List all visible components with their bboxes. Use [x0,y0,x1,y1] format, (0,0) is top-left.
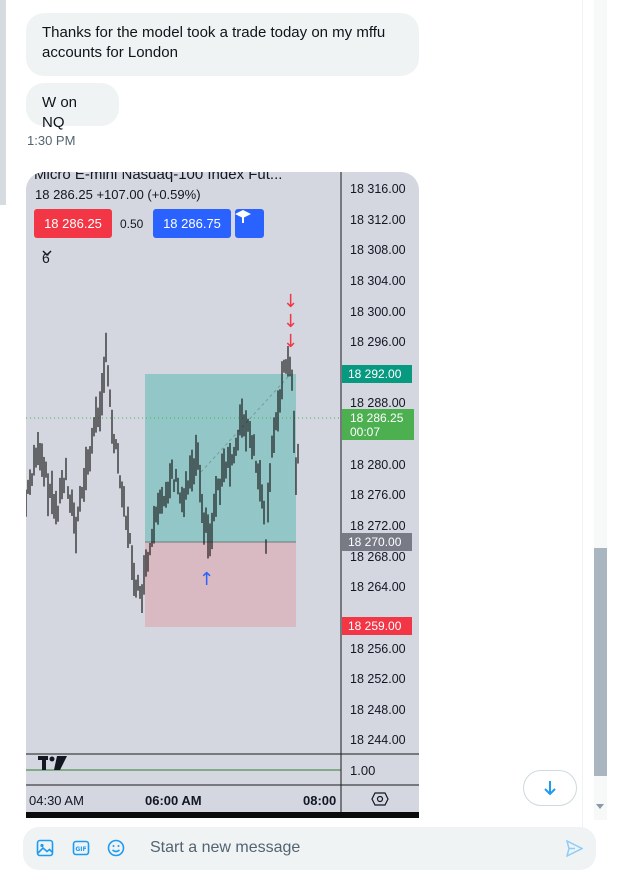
price-tick-label: 18 248.00 [350,703,406,717]
left-panel-edge [0,0,8,869]
panel-divider [582,0,583,869]
message-bubble[interactable]: Thanks for the model took a trade today … [26,13,419,76]
profit-zone [145,374,296,542]
svg-text:GIF: GIF [75,846,86,853]
current-price-badge: 18 286.25 00:07 [342,409,414,440]
svg-text:↓: ↓ [283,311,298,332]
chart-title: Micro E-mini Nasdaq-100 Index Fut... [34,172,283,183]
message-bubble[interactable]: W on NQ [26,83,119,131]
entry-price: 18 270.00 [348,535,402,549]
price-tick-label: 18 256.00 [350,642,406,656]
time-label: 04:30 AM [29,793,84,808]
chevron-down-icon [42,250,52,257]
price-tick-label: 18 288.00 [350,396,406,410]
indicator-collapse[interactable]: 6 [42,250,52,266]
stop-price-badge: 18 259.00 [342,617,412,635]
message-timestamp: 1:30 PM [27,133,76,148]
chart-image[interactable]: ↓ ↓ ↓ ↑ Micro E-mini Nasdaq-100 Index Fu… [26,172,419,818]
bar-countdown: 00:07 [350,425,381,439]
price-tick-label: 18 252.00 [350,672,406,686]
target-price-badge: 18 292.00 [342,365,412,383]
message-input[interactable]: Start a new message [150,839,300,857]
emoji-icon[interactable] [107,839,125,857]
stop-price: 18 259.00 [348,619,402,633]
academy-button[interactable] [235,209,264,238]
time-label: 06:00 AM [145,793,202,808]
send-icon[interactable] [566,840,583,857]
price-tick-label: 18 264.00 [350,580,406,594]
scroll-to-bottom-button[interactable] [523,770,577,806]
price-tick-label: 18 296.00 [350,335,406,349]
message-text: Thanks for the model took a trade today … [42,24,386,61]
price-tick-label: 18 312.00 [350,213,406,227]
buy-price: 18 286.75 [163,216,221,231]
time-label: 08:00 [303,793,337,808]
price-tick-label: 18 272.00 [350,519,406,533]
scrollbar-thumb[interactable] [594,548,607,776]
arrow-down-icon [544,781,556,796]
sell-arrows: ↓ ↓ ↓ [283,291,298,352]
indicator-value: 1.00 [350,763,376,778]
buy-button[interactable]: 18 286.75 [153,209,231,238]
price-tick-label: 18 308.00 [350,243,406,257]
scroll-down-arrow[interactable] [596,804,604,809]
price-tick-label: 18 280.00 [350,458,406,472]
entry-price-badge: 18 270.00 [342,533,412,551]
gif-icon[interactable]: GIF [72,839,90,857]
sell-button[interactable]: 18 286.25 [34,209,112,238]
price-tick-label: 18 244.00 [350,733,406,747]
price-tick-label: 18 300.00 [350,305,406,319]
message-text: W on NQ [42,94,78,131]
chart-quote: 18 286.25 +107.00 (+0.59%) [35,187,201,202]
spread-value: 0.50 [120,217,144,231]
price-tick-label: 18 276.00 [350,488,406,502]
message-composer[interactable]: GIF Start a new message [23,827,596,870]
buy-arrow: ↑ [199,569,214,590]
loss-zone [145,542,296,627]
price-tick-label: 18 304.00 [350,274,406,288]
sell-price: 18 286.25 [44,216,102,231]
current-price: 18 286.25 [350,411,404,425]
svg-text:↓: ↓ [283,331,298,352]
svg-text:↓: ↓ [283,291,298,312]
price-tick-label: 18 316.00 [350,182,406,196]
price-tick-label: 18 268.00 [350,550,406,564]
target-price: 18 292.00 [348,367,402,381]
scrollbar[interactable] [594,0,607,820]
left-scroll-indicator [0,0,6,205]
graduation-cap-icon [235,210,251,223]
image-icon[interactable] [36,839,54,857]
